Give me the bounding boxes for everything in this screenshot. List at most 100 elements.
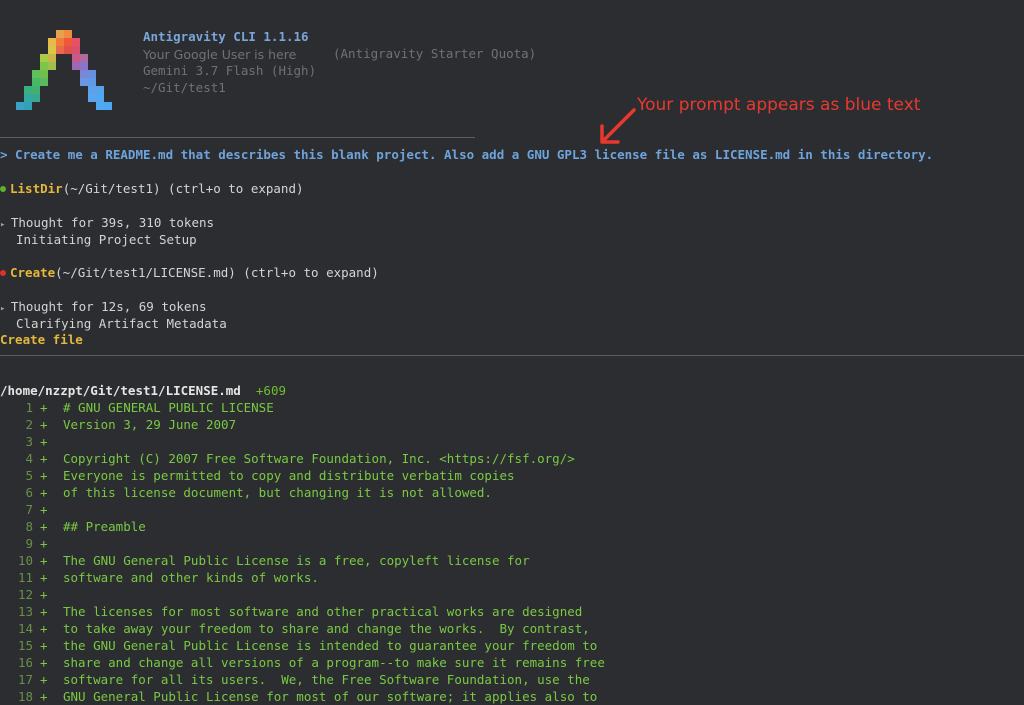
line-number: 7 [25, 502, 33, 517]
logo-pixel [56, 38, 64, 46]
logo-pixel [72, 46, 80, 54]
line-content: Everyone is permitted to copy and distri… [63, 468, 515, 483]
added-lines-count: +609 [255, 383, 286, 398]
logo-pixel [64, 30, 72, 38]
model-label: Gemini 3.7 Flash (High) [143, 63, 317, 78]
thought-title: Initiating Project Setup [16, 232, 197, 247]
diff-line: 14 + to take away your freedom to share an… [0, 620, 590, 637]
tool-call-create[interactable]: Create(~/Git/test1/LICENSE.md) (ctrl+o t… [0, 264, 379, 281]
thought-summary: Thought for 39s, 310 tokens [10, 215, 215, 230]
added-marker: + [40, 536, 48, 551]
logo-pixel [80, 54, 88, 62]
expand-triangle-icon: ▸ [0, 220, 11, 230]
prompt-annotation: Your prompt appears as blue text [637, 95, 921, 115]
logo-pixel [80, 70, 88, 78]
added-marker: + [40, 553, 48, 568]
diff-line: 7 + [0, 501, 63, 518]
diff-line: 16 + share and change all versions of a pr… [0, 654, 605, 671]
line-content: GNU General Public License for most of o… [63, 689, 598, 704]
logo-pixel [24, 102, 32, 110]
logo-pixel [48, 38, 56, 46]
logo-pixel [96, 86, 104, 94]
app-title: Antigravity CLI 1.1.16 [143, 29, 309, 44]
logo-pixel [96, 94, 104, 102]
line-content: ## Preamble [63, 519, 146, 534]
diff-line: 17 + software for all its users. We, the F… [0, 671, 590, 688]
annotation-arrow-icon [600, 108, 636, 144]
logo-pixel [80, 62, 88, 70]
logo-pixel [56, 46, 64, 54]
logo-pixel [64, 38, 72, 46]
logo-pixel [80, 78, 88, 86]
status-success-icon [0, 186, 6, 192]
expand-triangle-icon: ▸ [0, 304, 11, 314]
added-marker: + [40, 570, 48, 585]
logo-pixel [32, 78, 40, 86]
logo-pixel [40, 54, 48, 62]
added-marker: + [40, 434, 48, 449]
line-number: 18 [17, 689, 33, 704]
user-account: Your Google User is here [143, 47, 297, 62]
added-marker: + [40, 502, 48, 517]
added-marker: + [40, 451, 48, 466]
diff-line: 5 + Everyone is permitted to copy and dist… [0, 467, 515, 484]
logo-pixel [48, 62, 56, 70]
added-marker: + [40, 689, 48, 704]
added-marker: + [40, 400, 48, 415]
line-content: to take away your freedom to share and c… [63, 621, 590, 636]
line-content: the GNU General Public License is intend… [63, 638, 598, 653]
line-content: of this license document, but changing i… [63, 485, 492, 500]
logo-pixel [24, 94, 32, 102]
line-content: share and change all versions of a progr… [63, 655, 605, 670]
line-content: The GNU General Public License is a free… [63, 553, 530, 568]
line-number: 16 [17, 655, 33, 670]
logo-pixel [48, 54, 56, 62]
line-content: software and other kinds of works. [63, 570, 319, 585]
diff-line: 3 + [0, 433, 63, 450]
line-number: 10 [17, 553, 33, 568]
logo-pixel [32, 94, 40, 102]
tool-args: (~/Git/test1) (ctrl+o to expand) [62, 181, 304, 196]
logo-pixel [32, 70, 40, 78]
tool-args: (~/Git/test1/LICENSE.md) (ctrl+o to expa… [55, 265, 379, 280]
tool-call-listdir[interactable]: ListDir(~/Git/test1) (ctrl+o to expand) [0, 180, 304, 197]
diff-line: 18 + GNU General Public License for most o… [0, 688, 597, 705]
logo-pixel [40, 62, 48, 70]
added-marker: + [40, 672, 48, 687]
added-marker: + [40, 519, 48, 534]
line-content: # GNU GENERAL PUBLIC LICENSE [63, 400, 274, 415]
line-number: 2 [25, 417, 33, 432]
logo-pixel [40, 78, 48, 86]
added-marker: + [40, 417, 48, 432]
diff-separator [0, 355, 1024, 356]
logo-pixel [64, 46, 72, 54]
logo-pixel [104, 102, 112, 110]
logo-pixel [88, 94, 96, 102]
logo-pixel [88, 86, 96, 94]
line-number: 1 [25, 400, 33, 415]
tool-name: ListDir [10, 181, 63, 196]
line-number: 5 [25, 468, 33, 483]
logo-pixel [40, 70, 48, 78]
tool-name: Create [10, 265, 56, 280]
diff-line: 11 + software and other kinds of works. [0, 569, 319, 586]
line-content: software for all its users. We, the Free… [63, 672, 590, 687]
line-number: 9 [25, 536, 33, 551]
logo-pixel [72, 38, 80, 46]
logo-pixel [72, 54, 80, 62]
added-marker: + [40, 655, 48, 670]
added-marker: + [40, 604, 48, 619]
logo-pixel [56, 30, 64, 38]
thought-summary: Thought for 12s, 69 tokens [10, 299, 207, 314]
added-marker: + [40, 587, 48, 602]
antigravity-logo [16, 30, 112, 110]
logo-pixel [88, 70, 96, 78]
thought-title: Clarifying Artifact Metadata [16, 316, 227, 331]
line-number: 14 [17, 621, 33, 636]
logo-pixel [32, 86, 40, 94]
working-directory: ~/Git/test1 [143, 80, 226, 95]
diff-line: 1 + # GNU GENERAL PUBLIC LICENSE [0, 399, 274, 416]
logo-pixel [96, 102, 104, 110]
line-number: 12 [17, 587, 33, 602]
quota-label: (Antigravity Starter Quota) [333, 46, 537, 61]
